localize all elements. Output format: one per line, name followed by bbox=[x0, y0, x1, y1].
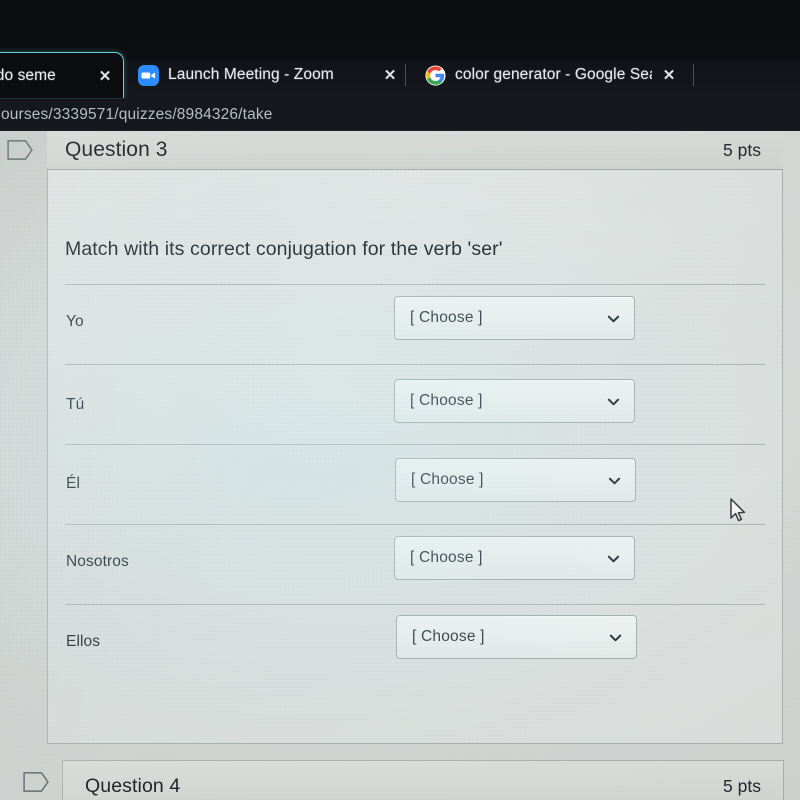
select-value: [ Choose ] bbox=[410, 309, 483, 326]
matching-row: Nosotros [ Choose ] bbox=[65, 524, 765, 604]
select-value: [ Choose ] bbox=[411, 471, 484, 488]
matching-row-select-nosotros[interactable]: [ Choose ] bbox=[394, 536, 635, 580]
matching-row-select-el[interactable]: [ Choose ] bbox=[395, 458, 636, 502]
quiz-page: Question 3 5 pts Match with its correct … bbox=[0, 131, 800, 800]
browser-tab-color-generator-google-search[interactable]: color generator - Google Search ✕ bbox=[415, 52, 687, 98]
question4-header: Question 4 5 pts bbox=[62, 760, 784, 800]
tab-close-icon[interactable]: ✕ bbox=[661, 66, 677, 84]
browser-tab-launch-meeting-zoom[interactable]: Launch Meeting - Zoom ✕ bbox=[128, 52, 408, 98]
tab-strip: segundo seme ✕ Launch Meeting - Zoom ✕ bbox=[0, 46, 800, 129]
browser-chrome: segundo seme ✕ Launch Meeting - Zoom ✕ bbox=[0, 0, 800, 131]
tab-close-icon[interactable]: ✕ bbox=[382, 66, 398, 84]
matching-row-label: Él bbox=[66, 475, 80, 492]
question3-prompt: Match with its correct conjugation for t… bbox=[65, 238, 503, 260]
chevron-down-icon bbox=[606, 394, 621, 409]
question3-body: Match with its correct conjugation for t… bbox=[47, 170, 783, 744]
matching-row-label: Yo bbox=[66, 313, 84, 330]
question3-points: 5 pts bbox=[723, 139, 761, 160]
tab-divider bbox=[693, 64, 694, 86]
matching-row: Él [ Choose ] bbox=[65, 444, 765, 524]
chevron-down-icon bbox=[607, 473, 622, 488]
question3-header: Question 3 5 pts bbox=[47, 131, 783, 170]
tab-close-icon[interactable]: ✕ bbox=[97, 67, 113, 85]
matching-row: Yo [ Choose ] bbox=[65, 284, 765, 364]
zoom-icon bbox=[138, 64, 159, 86]
matching-row-select-yo[interactable]: [ Choose ] bbox=[394, 296, 635, 340]
address-bar-url: ourses/3339571/quizzes/8984326/take bbox=[1, 105, 273, 123]
question-flag-icon[interactable] bbox=[6, 139, 34, 161]
browser-tab-segundo-semestre[interactable]: segundo seme ✕ bbox=[0, 52, 124, 98]
select-value: [ Choose ] bbox=[412, 628, 485, 645]
chevron-down-icon bbox=[608, 630, 623, 645]
question4-title: Question 4 bbox=[85, 775, 181, 797]
matching-row: Ellos [ Choose ] bbox=[65, 604, 765, 684]
matching-rows: Yo [ Choose ] Tú [ Choose ] Él [Choose … bbox=[65, 284, 765, 684]
tab-title: color generator - Google Search bbox=[455, 66, 652, 83]
tab-title: segundo seme bbox=[0, 66, 56, 84]
photographed-screen: segundo seme ✕ Launch Meeting - Zoom ✕ bbox=[0, 0, 800, 800]
matching-row-select-tu[interactable]: [ Choose ] bbox=[394, 379, 635, 423]
google-icon bbox=[425, 64, 446, 86]
matching-row-label: Nosotros bbox=[66, 553, 129, 570]
address-bar[interactable]: ourses/3339571/quizzes/8984326/take bbox=[0, 99, 800, 130]
select-value: [ Choose ] bbox=[410, 392, 483, 409]
question-flag-icon[interactable] bbox=[22, 771, 50, 793]
question3-title: Question 3 bbox=[65, 138, 168, 161]
matching-row: Tú [ Choose ] bbox=[65, 364, 765, 444]
matching-row-select-ellos[interactable]: [ Choose ] bbox=[396, 615, 637, 659]
matching-row-label: Tú bbox=[66, 396, 85, 413]
matching-row-label: Ellos bbox=[66, 633, 101, 650]
chevron-down-icon bbox=[606, 551, 621, 566]
chevron-down-icon bbox=[606, 311, 621, 326]
select-value: [ Choose ] bbox=[410, 549, 483, 566]
tab-divider bbox=[405, 64, 406, 86]
question4-points: 5 pts bbox=[723, 776, 761, 796]
tab-title: Launch Meeting - Zoom bbox=[168, 66, 334, 83]
